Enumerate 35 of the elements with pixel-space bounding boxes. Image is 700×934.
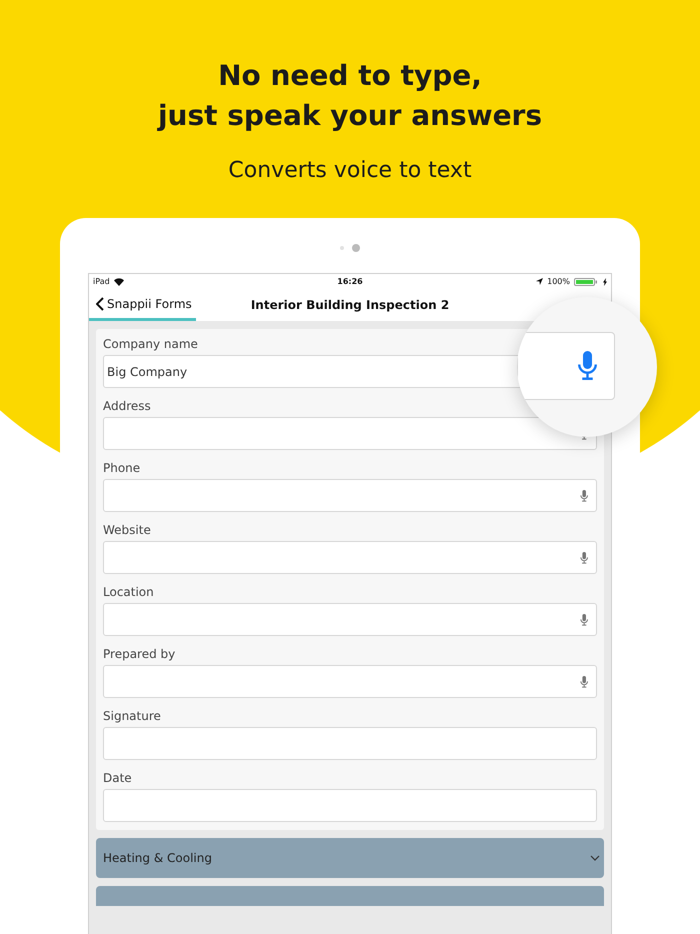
microphone-icon[interactable] xyxy=(576,351,598,381)
text-field[interactable] xyxy=(103,541,597,574)
back-button[interactable]: Snappii Forms xyxy=(89,289,196,321)
field-label: Location xyxy=(103,584,155,599)
microphone-icon[interactable] xyxy=(580,552,588,564)
screen-title: Interior Building Inspection 2 xyxy=(250,298,450,312)
wifi-icon xyxy=(114,278,124,286)
page-dot[interactable] xyxy=(352,244,360,252)
status-time: 16:26 xyxy=(337,277,363,286)
text-field[interactable] xyxy=(103,417,597,450)
microphone-icon[interactable] xyxy=(580,614,588,626)
field-label: Date xyxy=(103,770,133,785)
charging-icon xyxy=(603,278,607,286)
battery-icon xyxy=(574,278,599,286)
subtitle: Converts voice to text xyxy=(228,158,472,183)
device-name: iPad xyxy=(93,277,110,286)
section-header[interactable]: Heating & Cooling xyxy=(96,838,604,878)
field-label: Website xyxy=(103,522,152,537)
text-field[interactable] xyxy=(103,603,597,636)
microphone-icon[interactable] xyxy=(580,676,588,688)
battery-percent: 100% xyxy=(547,277,570,286)
headline: No need to type, just speak your answers xyxy=(158,58,542,134)
field-label: Phone xyxy=(103,460,142,475)
back-chevron-icon xyxy=(96,296,104,310)
field-label: Prepared by xyxy=(103,646,176,661)
field-label: Company name xyxy=(103,336,199,351)
field-label: Signature xyxy=(103,708,162,723)
text-field[interactable] xyxy=(103,727,597,760)
section-header[interactable] xyxy=(96,886,604,906)
microphone-icon[interactable] xyxy=(580,490,588,502)
text-field[interactable] xyxy=(103,479,597,512)
field-label: Address xyxy=(103,398,152,413)
location-icon xyxy=(536,278,544,285)
text-field[interactable] xyxy=(103,789,597,822)
text-field[interactable] xyxy=(103,665,597,698)
